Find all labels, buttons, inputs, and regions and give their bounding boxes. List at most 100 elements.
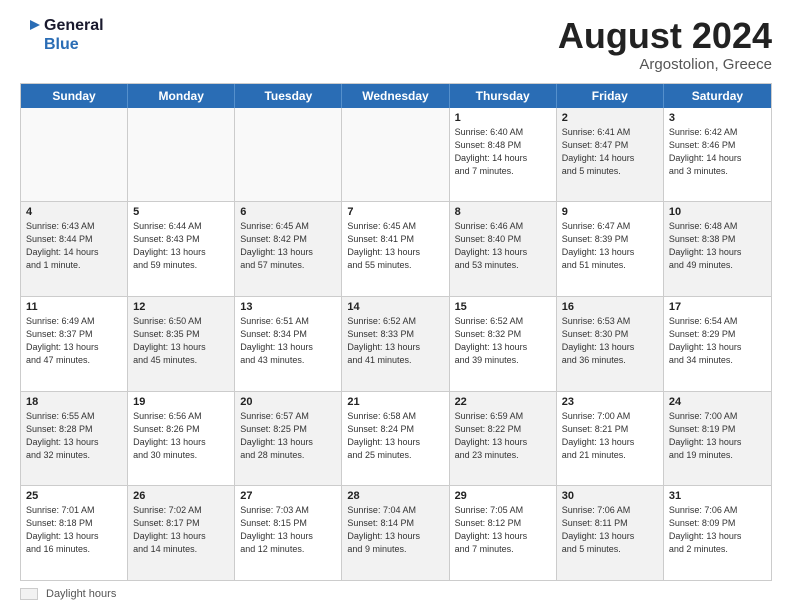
day-number: 8 — [455, 206, 551, 218]
logo-icon — [20, 20, 40, 50]
cell-content: Sunrise: 7:00 AM Sunset: 8:21 PM Dayligh… — [562, 410, 658, 462]
day-number: 14 — [347, 301, 443, 313]
day-of-week-header: Friday — [557, 84, 664, 108]
calendar-header: SundayMondayTuesdayWednesdayThursdayFrid… — [21, 84, 771, 108]
calendar-cell — [235, 108, 342, 202]
calendar-cell: 26Sunrise: 7:02 AM Sunset: 8:17 PM Dayli… — [128, 486, 235, 580]
day-number: 7 — [347, 206, 443, 218]
cell-content: Sunrise: 6:42 AM Sunset: 8:46 PM Dayligh… — [669, 126, 766, 178]
cell-content: Sunrise: 6:51 AM Sunset: 8:34 PM Dayligh… — [240, 315, 336, 367]
day-number: 17 — [669, 301, 766, 313]
calendar-row: 4Sunrise: 6:43 AM Sunset: 8:44 PM Daylig… — [21, 201, 771, 296]
logo-blue: Blue — [44, 35, 104, 54]
page: GeneralBlue August 2024 Argostolion, Gre… — [0, 0, 792, 612]
legend-label: Daylight hours — [46, 588, 116, 600]
logo: GeneralBlue — [20, 16, 104, 54]
cell-content: Sunrise: 7:06 AM Sunset: 8:09 PM Dayligh… — [669, 504, 766, 556]
calendar-cell: 22Sunrise: 6:59 AM Sunset: 8:22 PM Dayli… — [450, 392, 557, 486]
location: Argostolion, Greece — [558, 56, 772, 73]
calendar-cell: 14 Sunrise: 6:52 AM Sunset: 8:33 PM Dayli… — [342, 297, 449, 391]
day-number: 23 — [562, 396, 658, 408]
day-number: 6 — [240, 206, 336, 218]
day-number: 9 — [562, 206, 658, 218]
day-of-week-header: Monday — [128, 84, 235, 108]
cell-content: Sunrise: 6:56 AM Sunset: 8:26 PM Dayligh… — [133, 410, 229, 462]
calendar-cell: 29 Sunrise: 7:05 AM Sunset: 8:12 PM Dayli… — [450, 486, 557, 580]
day-number: 31 — [669, 490, 766, 502]
cell-content: Sunrise: 6:57 AM Sunset: 8:25 PM Dayligh… — [240, 410, 336, 462]
calendar-cell: 2Sunrise: 6:41 AM Sunset: 8:47 PM Daylig… — [557, 108, 664, 202]
logo-general: General — [44, 16, 104, 35]
calendar-cell: 13 Sunrise: 6:51 AM Sunset: 8:34 PM Dayli… — [235, 297, 342, 391]
calendar-row: 1Sunrise: 6:40 AM Sunset: 8:48 PM Daylig… — [21, 108, 771, 202]
day-number: 27 — [240, 490, 336, 502]
header: GeneralBlue August 2024 Argostolion, Gre… — [20, 16, 772, 73]
day-number: 11 — [26, 301, 122, 313]
calendar-cell: 9 Sunrise: 6:47 AM Sunset: 8:39 PM Daylig… — [557, 202, 664, 296]
calendar-cell: 31 Sunrise: 7:06 AM Sunset: 8:09 PM Dayli… — [664, 486, 771, 580]
cell-content: Sunrise: 6:41 AM Sunset: 8:47 PM Dayligh… — [562, 126, 658, 178]
calendar: SundayMondayTuesdayWednesdayThursdayFrid… — [20, 83, 772, 581]
calendar-cell: 1Sunrise: 6:40 AM Sunset: 8:48 PM Daylig… — [450, 108, 557, 202]
day-number: 29 — [455, 490, 551, 502]
cell-content: Sunrise: 6:52 AM Sunset: 8:33 PM Dayligh… — [347, 315, 443, 367]
day-number: 15 — [455, 301, 551, 313]
calendar-cell — [342, 108, 449, 202]
cell-content: Sunrise: 6:54 AM Sunset: 8:29 PM Dayligh… — [669, 315, 766, 367]
day-of-week-header: Wednesday — [342, 84, 449, 108]
calendar-cell: 30 Sunrise: 7:06 AM Sunset: 8:11 PM Dayli… — [557, 486, 664, 580]
cell-content: Sunrise: 6:47 AM Sunset: 8:39 PM Dayligh… — [562, 220, 658, 272]
day-number: 25 — [26, 490, 122, 502]
cell-content: Sunrise: 7:03 AM Sunset: 8:15 PM Dayligh… — [240, 504, 336, 556]
cell-content: Sunrise: 6:49 AM Sunset: 8:37 PM Dayligh… — [26, 315, 122, 367]
cell-content: Sunrise: 6:43 AM Sunset: 8:44 PM Dayligh… — [26, 220, 122, 272]
day-number: 24 — [669, 396, 766, 408]
calendar-cell: 12Sunrise: 6:50 AM Sunset: 8:35 PM Dayli… — [128, 297, 235, 391]
calendar-cell — [21, 108, 128, 202]
cell-content: Sunrise: 6:58 AM Sunset: 8:24 PM Dayligh… — [347, 410, 443, 462]
calendar-cell: 28Sunrise: 7:04 AM Sunset: 8:14 PM Dayli… — [342, 486, 449, 580]
calendar-body: 1Sunrise: 6:40 AM Sunset: 8:48 PM Daylig… — [21, 108, 771, 580]
cell-content: Sunrise: 6:45 AM Sunset: 8:42 PM Dayligh… — [240, 220, 336, 272]
day-of-week-header: Tuesday — [235, 84, 342, 108]
cell-content: Sunrise: 6:52 AM Sunset: 8:32 PM Dayligh… — [455, 315, 551, 367]
cell-content: Sunrise: 6:48 AM Sunset: 8:38 PM Dayligh… — [669, 220, 766, 272]
calendar-cell: 11 Sunrise: 6:49 AM Sunset: 8:37 PM Dayli… — [21, 297, 128, 391]
legend-box — [20, 588, 38, 600]
calendar-cell: 7 Sunrise: 6:45 AM Sunset: 8:41 PM Daylig… — [342, 202, 449, 296]
calendar-cell: 23 Sunrise: 7:00 AM Sunset: 8:21 PM Dayli… — [557, 392, 664, 486]
cell-content: Sunrise: 7:00 AM Sunset: 8:19 PM Dayligh… — [669, 410, 766, 462]
calendar-cell: 17 Sunrise: 6:54 AM Sunset: 8:29 PM Dayli… — [664, 297, 771, 391]
day-number: 12 — [133, 301, 229, 313]
title-block: August 2024 Argostolion, Greece — [558, 16, 772, 73]
calendar-cell: 24 Sunrise: 7:00 AM Sunset: 8:19 PM Dayli… — [664, 392, 771, 486]
calendar-cell: 27 Sunrise: 7:03 AM Sunset: 8:15 PM Dayli… — [235, 486, 342, 580]
calendar-cell: 20 Sunrise: 6:57 AM Sunset: 8:25 PM Dayli… — [235, 392, 342, 486]
calendar-cell: 25Sunrise: 7:01 AM Sunset: 8:18 PM Dayli… — [21, 486, 128, 580]
calendar-cell: 21Sunrise: 6:58 AM Sunset: 8:24 PM Dayli… — [342, 392, 449, 486]
cell-content: Sunrise: 6:59 AM Sunset: 8:22 PM Dayligh… — [455, 410, 551, 462]
day-number: 13 — [240, 301, 336, 313]
cell-content: Sunrise: 7:05 AM Sunset: 8:12 PM Dayligh… — [455, 504, 551, 556]
day-number: 1 — [455, 112, 551, 124]
day-number: 26 — [133, 490, 229, 502]
calendar-cell: 18Sunrise: 6:55 AM Sunset: 8:28 PM Dayli… — [21, 392, 128, 486]
day-number: 20 — [240, 396, 336, 408]
calendar-cell: 6 Sunrise: 6:45 AM Sunset: 8:42 PM Daylig… — [235, 202, 342, 296]
calendar-cell: 3 Sunrise: 6:42 AM Sunset: 8:46 PM Daylig… — [664, 108, 771, 202]
day-number: 30 — [562, 490, 658, 502]
day-number: 18 — [26, 396, 122, 408]
day-of-week-header: Thursday — [450, 84, 557, 108]
cell-content: Sunrise: 6:45 AM Sunset: 8:41 PM Dayligh… — [347, 220, 443, 272]
day-of-week-header: Sunday — [21, 84, 128, 108]
calendar-cell — [128, 108, 235, 202]
month-year: August 2024 — [558, 16, 772, 56]
cell-content: Sunrise: 6:53 AM Sunset: 8:30 PM Dayligh… — [562, 315, 658, 367]
cell-content: Sunrise: 7:04 AM Sunset: 8:14 PM Dayligh… — [347, 504, 443, 556]
day-number: 10 — [669, 206, 766, 218]
calendar-row: 18Sunrise: 6:55 AM Sunset: 8:28 PM Dayli… — [21, 391, 771, 486]
calendar-cell: 10 Sunrise: 6:48 AM Sunset: 8:38 PM Dayli… — [664, 202, 771, 296]
day-number: 3 — [669, 112, 766, 124]
calendar-cell: 4Sunrise: 6:43 AM Sunset: 8:44 PM Daylig… — [21, 202, 128, 296]
cell-content: Sunrise: 7:06 AM Sunset: 8:11 PM Dayligh… — [562, 504, 658, 556]
